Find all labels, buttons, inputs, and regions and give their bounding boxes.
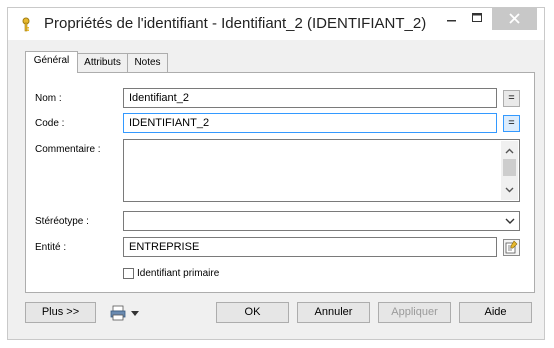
annuler-button[interactable]: Annuler	[297, 302, 370, 323]
commentaire-label: Commentaire :	[35, 144, 101, 155]
tab-notes[interactable]: Notes	[127, 53, 168, 72]
identifiant-primaire-label[interactable]: Identifiant primaire	[137, 268, 219, 279]
scroll-down-icon[interactable]	[501, 183, 518, 197]
minimize-icon	[447, 20, 456, 22]
properties-icon	[505, 240, 518, 254]
scroll-up-icon[interactable]	[501, 144, 518, 158]
ok-button[interactable]: OK	[216, 302, 289, 323]
entite-label: Entité :	[35, 242, 67, 253]
tab-general-label: Général	[33, 55, 70, 66]
tab-notes-label: Notes	[134, 57, 161, 68]
maximize-icon	[472, 13, 482, 22]
general-panel: Nom : Identifiant_2 = Code : IDENTIFIANT…	[25, 72, 535, 293]
nom-equal-button[interactable]: =	[503, 90, 520, 107]
aide-button[interactable]: Aide	[459, 302, 532, 323]
tab-attributs-label: Attributs	[84, 57, 121, 68]
close-button[interactable]	[492, 8, 537, 30]
commentaire-scrollbar[interactable]	[501, 141, 518, 200]
key-icon	[22, 17, 30, 32]
stereotype-combobox[interactable]	[123, 211, 520, 231]
entite-properties-button[interactable]	[503, 239, 520, 256]
print-menu-button[interactable]	[108, 303, 144, 323]
nom-label: Nom :	[35, 93, 62, 104]
minimize-button[interactable]	[440, 8, 464, 30]
scroll-thumb[interactable]	[503, 159, 516, 176]
entite-field: ENTREPRISE	[123, 237, 497, 257]
commentaire-field[interactable]	[123, 139, 520, 202]
chevron-down-icon	[131, 311, 139, 316]
title-bar: Propriétés de l'identifiant - Identifian…	[8, 8, 544, 40]
appliquer-button[interactable]: Appliquer	[378, 302, 451, 323]
maximize-button[interactable]	[465, 8, 489, 30]
tab-attributs[interactable]: Attributs	[77, 53, 128, 72]
code-equal-button[interactable]: =	[503, 115, 520, 132]
window-title: Propriétés de l'identifiant - Identifian…	[44, 15, 427, 32]
code-field[interactable]: IDENTIFIANT_2	[123, 113, 497, 133]
printer-icon	[110, 305, 126, 321]
plus-button[interactable]: Plus >>	[25, 302, 96, 323]
stereotype-label: Stéréotype :	[35, 216, 89, 227]
dropdown-arrow-icon[interactable]	[503, 214, 517, 228]
nom-field[interactable]: Identifiant_2	[123, 88, 497, 108]
identifiant-primaire-checkbox[interactable]	[123, 268, 134, 279]
dialog-window: Propriétés de l'identifiant - Identifian…	[0, 0, 554, 348]
dialog-frame: Propriétés de l'identifiant - Identifian…	[7, 7, 545, 340]
tab-general[interactable]: Général	[25, 51, 78, 73]
close-icon	[509, 13, 520, 24]
code-label: Code :	[35, 118, 65, 129]
